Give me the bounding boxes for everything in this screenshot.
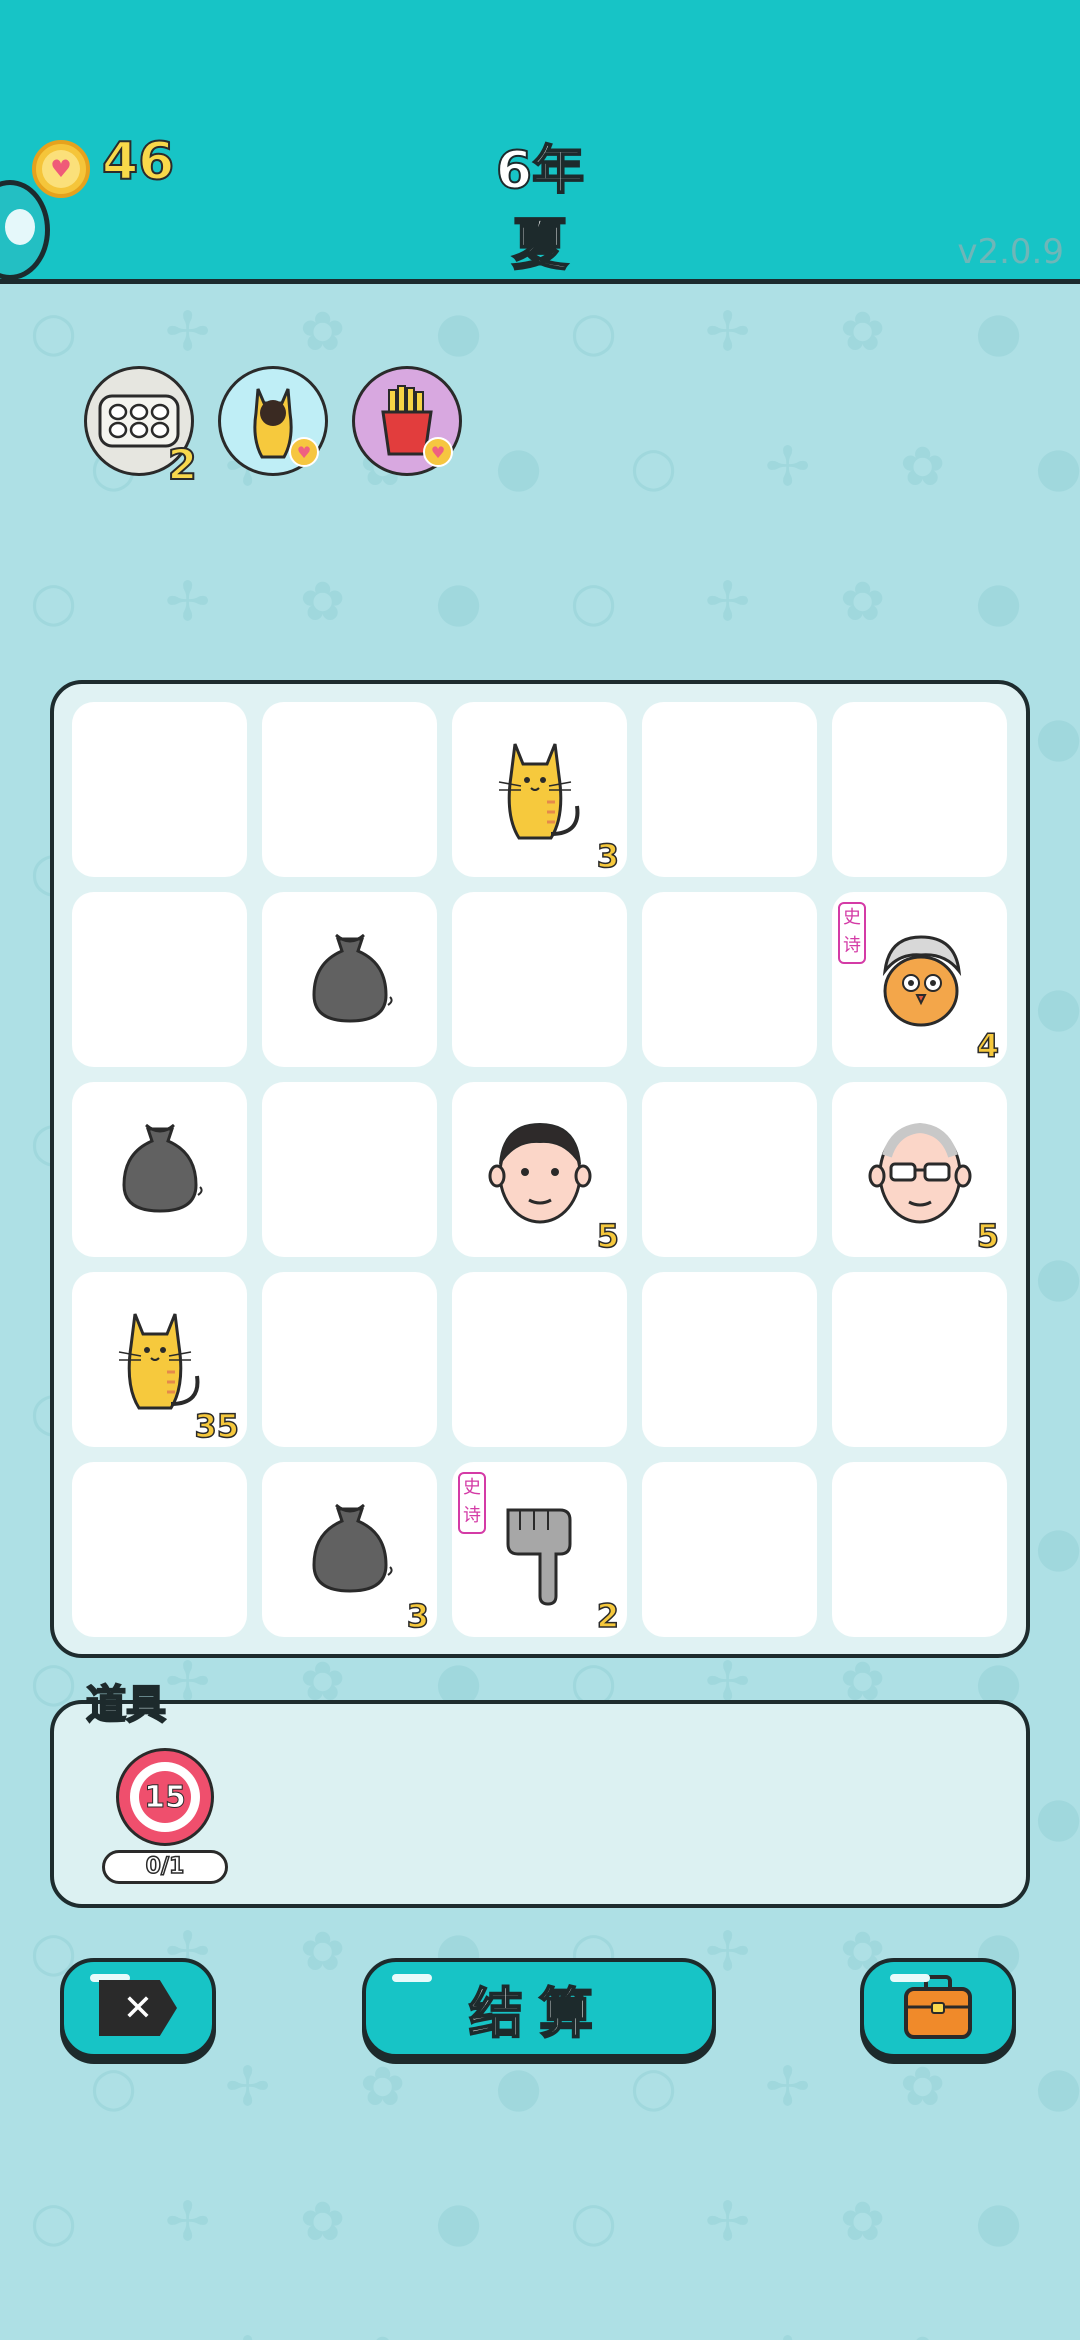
egg-tray-icon[interactable]: 2 xyxy=(84,366,198,490)
epic-tag: 史诗 xyxy=(838,902,866,964)
cat-icon[interactable]: ♥ xyxy=(218,366,328,476)
garbage-bag-icon xyxy=(72,1082,247,1257)
board-cell-empty[interactable] xyxy=(452,1272,627,1447)
board-cell-garbage-bag[interactable] xyxy=(72,1082,247,1257)
season-label: 夏 xyxy=(511,212,569,279)
item-count: 3 xyxy=(596,836,620,876)
briefcase-icon xyxy=(904,1975,972,2039)
prop-progress: 0/1 xyxy=(102,1850,228,1884)
egg-tray-count: 2 xyxy=(167,439,198,490)
version-label: v2.0.9 xyxy=(957,232,1064,272)
close-button[interactable]: ✕ xyxy=(60,1958,216,2058)
top-bar: ♥ 46 6年 夏 v2.0.9 xyxy=(0,0,1080,284)
game-board: 3 史诗 4 5 5 35 3 史诗 2 xyxy=(50,680,1030,1658)
board-cell-empty[interactable] xyxy=(452,892,627,1067)
board-cell-empty[interactable] xyxy=(832,1462,1007,1637)
settle-label: 结算 xyxy=(468,1981,609,2046)
fries-icon[interactable]: ♥ xyxy=(352,366,462,476)
item-count: 3 xyxy=(406,1596,430,1636)
target-prop-number: 15 xyxy=(139,1771,191,1823)
item-count: 5 xyxy=(976,1216,1000,1256)
item-count: 5 xyxy=(596,1216,620,1256)
item-count: 2 xyxy=(596,1596,620,1636)
board-cell-empty[interactable] xyxy=(642,1272,817,1447)
board-cell-empty[interactable] xyxy=(832,702,1007,877)
board-cell-empty[interactable] xyxy=(642,892,817,1067)
target-prop-icon[interactable]: 15 xyxy=(116,1748,214,1846)
board-cell-empty[interactable] xyxy=(262,702,437,877)
heart-badge-icon: ♥ xyxy=(423,437,453,467)
item-count: 35 xyxy=(194,1406,240,1446)
board-cell-man-face[interactable]: 5 xyxy=(452,1082,627,1257)
inventory-row: 2 ♥ ♥ xyxy=(0,366,1080,490)
year-label: 6年 xyxy=(495,140,585,202)
board-cell-empty[interactable] xyxy=(642,702,817,877)
props-title: 道具 xyxy=(85,1681,167,1729)
board-cell-empty[interactable] xyxy=(642,1082,817,1257)
close-icon: ✕ xyxy=(99,1980,177,2036)
board-cell-old-man-face[interactable]: 5 xyxy=(832,1082,1007,1257)
board-cell-empty[interactable] xyxy=(642,1462,817,1637)
garbage-bag-icon xyxy=(262,892,437,1067)
board-cell-empty[interactable] xyxy=(262,1272,437,1447)
board-cell-garbage-bag[interactable]: 3 xyxy=(262,1462,437,1637)
board-cell-empty[interactable] xyxy=(72,892,247,1067)
settle-button[interactable]: 结算 xyxy=(362,1958,716,2058)
epic-tag: 史诗 xyxy=(458,1472,486,1534)
heart-badge-icon: ♥ xyxy=(289,437,319,467)
item-count: 4 xyxy=(976,1026,1000,1066)
board-cell-chick-grandma[interactable]: 史诗 4 xyxy=(832,892,1007,1067)
board-cell-empty[interactable] xyxy=(262,1082,437,1257)
board-cell-empty[interactable] xyxy=(72,702,247,877)
board-cell-pointing-hand[interactable]: 史诗 2 xyxy=(452,1462,627,1637)
board-cell-cat[interactable]: 3 xyxy=(452,702,627,877)
board-cell-empty[interactable] xyxy=(72,1462,247,1637)
board-cell-garbage-bag[interactable] xyxy=(262,892,437,1067)
bag-button[interactable] xyxy=(860,1958,1016,2058)
board-cell-cat[interactable]: 35 xyxy=(72,1272,247,1447)
board-cell-empty[interactable] xyxy=(832,1272,1007,1447)
